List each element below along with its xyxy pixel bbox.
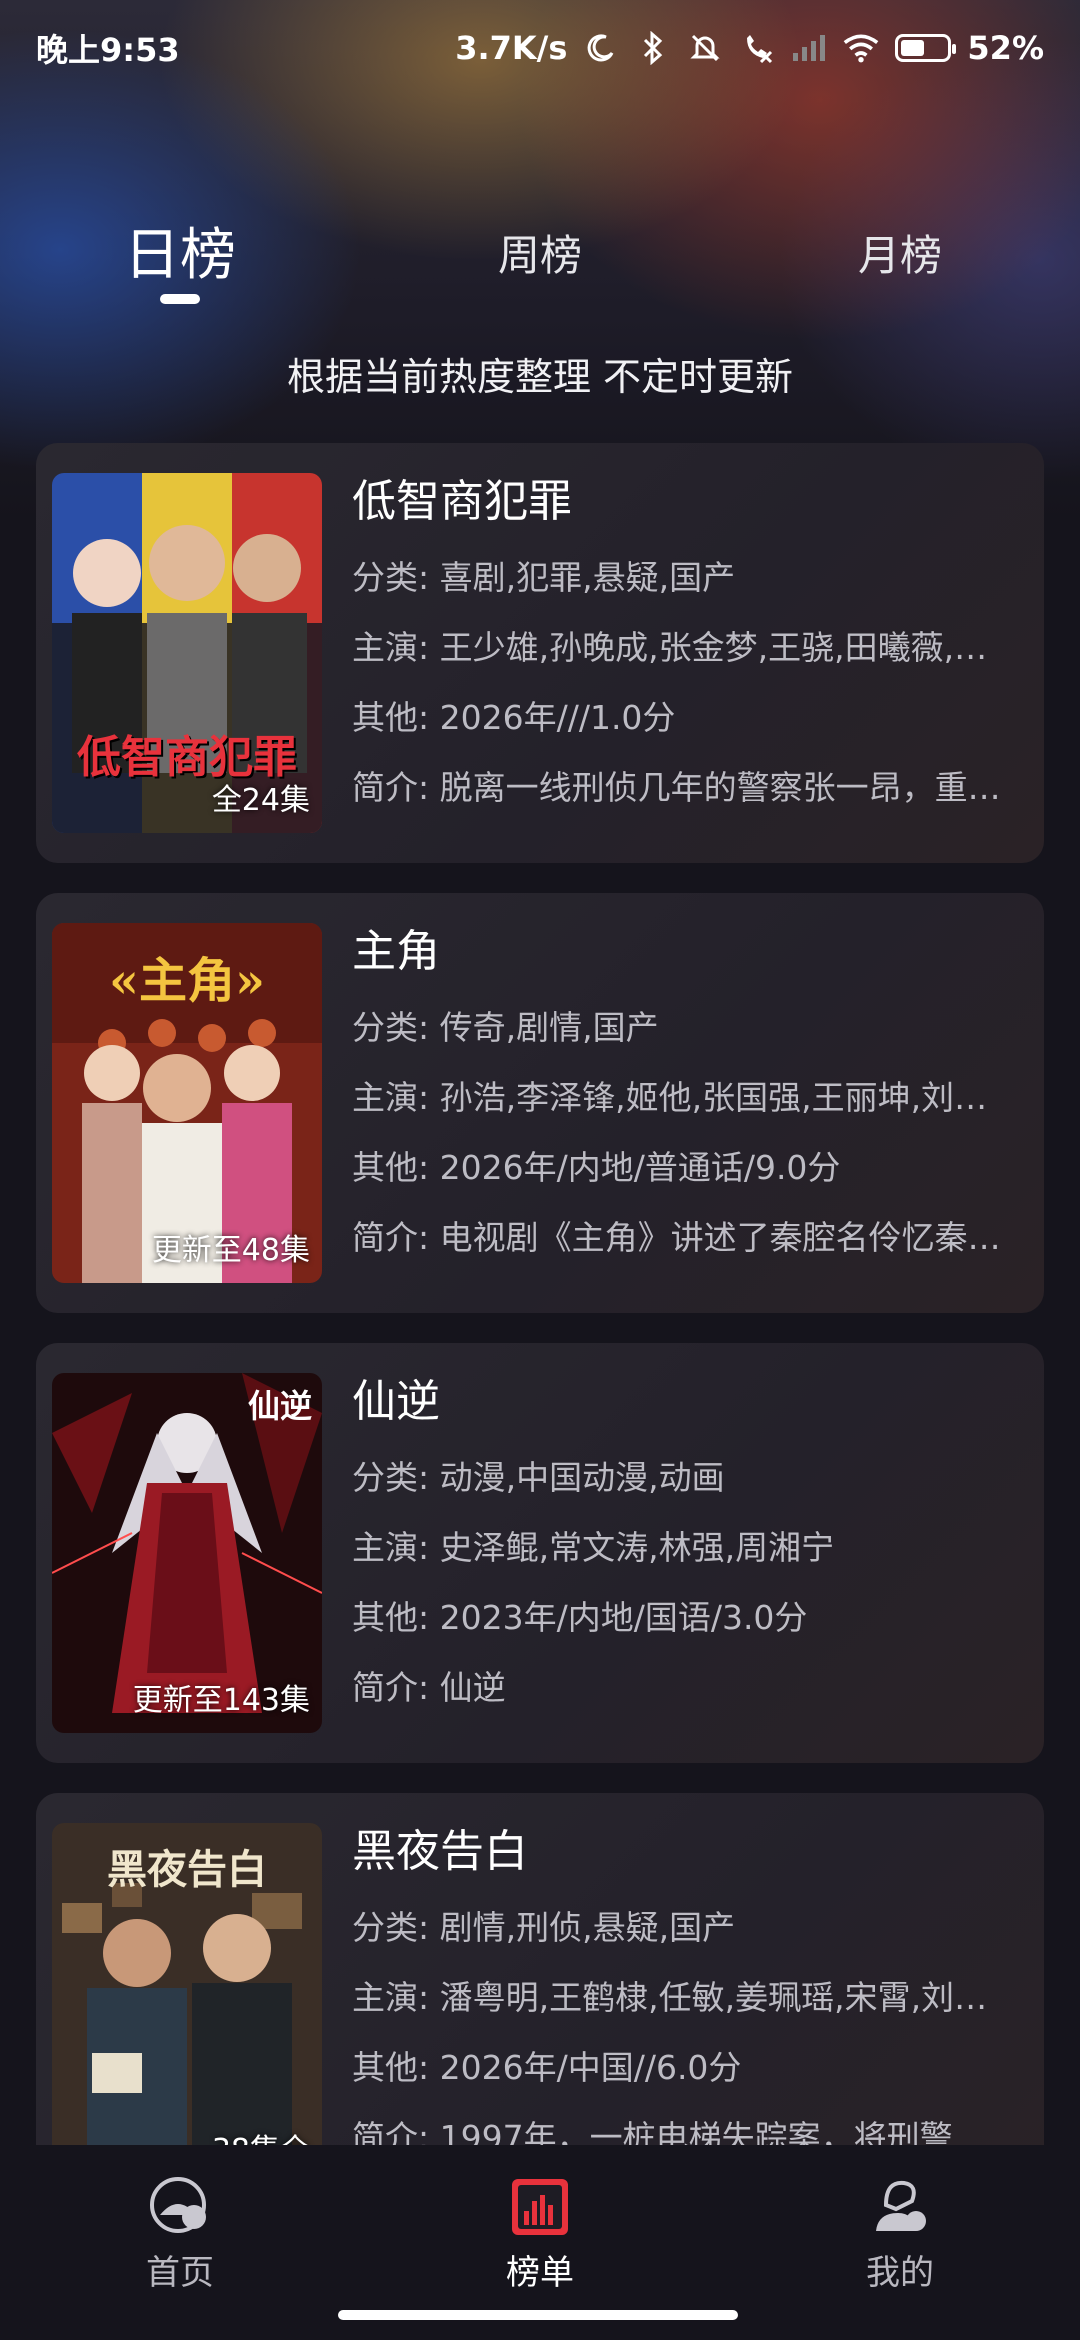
battery-icon: [895, 34, 957, 62]
show-intro: 简介: 脱离一线刑侦几年的警察张一昂，重新回到刑警队伍: [352, 768, 1012, 807]
show-other: 其他: 2026年/内地/普通话/9.0分: [352, 1148, 841, 1187]
show-intro: 简介: 电视剧《主角》讲述了秦腔名伶忆秦娥的一生: [352, 1218, 1012, 1257]
show-poster[interactable]: «主角» 更新至48集: [52, 923, 322, 1283]
nav-profile[interactable]: 我的: [800, 2175, 1000, 2294]
poster-title: «主角»: [108, 953, 265, 1009]
tab-weekly[interactable]: 周榜: [440, 222, 640, 283]
show-title: 主角: [352, 926, 440, 977]
tab-monthly[interactable]: 月榜: [800, 222, 1000, 283]
nav-home-label: 首页: [146, 2253, 214, 2293]
nav-profile-label: 我的: [866, 2253, 934, 2293]
nav-home[interactable]: 首页: [80, 2175, 280, 2294]
episode-badge: 更新至48集: [151, 1233, 310, 1268]
show-cast: 主演: 潘粤明,王鹤棣,任敏,姜珮瑶,宋霄,刘奕君: [352, 1978, 1012, 2017]
show-title: 黑夜告白: [352, 1826, 528, 1877]
ranking-list[interactable]: 低智商犯罪 全24集 低智商犯罪 分类: 喜剧,犯罪,悬疑,国产 主演: 王少雄…: [36, 443, 1044, 2145]
show-title: 仙逆: [352, 1376, 440, 1427]
show-intro: 简介: 1997年，一桩电梯失踪案，将刑警: [352, 2118, 953, 2145]
show-other: 其他: 2026年///1.0分: [352, 698, 676, 737]
battery-percent: 52%: [967, 29, 1044, 67]
show-category: 分类: 剧情,刑侦,悬疑,国产: [352, 1908, 736, 1947]
show-category: 分类: 动漫,中国动漫,动画: [352, 1458, 725, 1497]
show-info: 低智商犯罪 分类: 喜剧,犯罪,悬疑,国产 主演: 王少雄,孙晚成,张金梦,王骁…: [352, 471, 1012, 823]
show-info: 主角 分类: 传奇,剧情,国产 主演: 孙浩,李泽锋,姬他,张国强,王丽坤,刘敏…: [352, 921, 1012, 1273]
bell-off-icon: [687, 30, 723, 66]
show-card[interactable]: 黑夜告白 38集全 黑夜告白 分类: 剧情,刑侦,悬疑,国产 主演: 潘粤明,王…: [36, 1793, 1044, 2145]
show-card[interactable]: 仙逆 更新至143集 仙逆 分类: 动漫,中国动漫,动画 主演: 史泽鲲,常文涛…: [36, 1343, 1044, 1763]
show-info: 仙逆 分类: 动漫,中国动漫,动画 主演: 史泽鲲,常文涛,林强,周湘宁 其他:…: [352, 1371, 1012, 1723]
show-poster[interactable]: 低智商犯罪 全24集: [52, 473, 322, 833]
ranking-tabs: 日榜 周榜 月榜: [0, 200, 1080, 310]
show-cast: 主演: 孙浩,李泽锋,姬他,张国强,王丽坤,刘敏涛: [352, 1078, 1012, 1117]
status-icons: 3.7K/s 52%: [455, 29, 1044, 67]
episode-badge: 更新至143集: [132, 1683, 310, 1718]
show-poster[interactable]: 黑夜告白 38集全: [52, 1823, 322, 2145]
home-indicator[interactable]: [338, 2310, 738, 2320]
show-intro: 简介: 仙逆: [352, 1668, 506, 1707]
show-category: 分类: 传奇,剧情,国产: [352, 1008, 659, 1047]
show-other: 其他: 2026年/中国//6.0分: [352, 2048, 742, 2087]
ranking-subtitle: 根据当前热度整理 不定时更新: [286, 355, 794, 399]
battery-level-fill: [901, 40, 925, 56]
show-category: 分类: 喜剧,犯罪,悬疑,国产: [352, 558, 736, 597]
bluetooth-icon: [635, 30, 671, 66]
episode-badge: 38集全: [212, 2125, 310, 2145]
moon-icon: [583, 30, 619, 66]
nav-ranking-label: 榜单: [506, 2253, 574, 2293]
poster-title: 仙逆: [247, 1387, 312, 1425]
show-cast: 主演: 王少雄,孙晚成,张金梦,王骁,田曦薇,杨皓宇: [352, 628, 1012, 667]
chart-icon: [512, 2179, 568, 2235]
tab-active-indicator: [160, 294, 200, 304]
show-other: 其他: 2023年/内地/国语/3.0分: [352, 1598, 808, 1637]
screen: 晚上9:53 3.7K/s 52% 日榜 周榜 月榜 根据当前热度整理 不定时更…: [0, 0, 1080, 2340]
show-poster[interactable]: 仙逆 更新至143集: [52, 1373, 322, 1733]
show-cast: 主演: 史泽鲲,常文涛,林强,周湘宁: [352, 1528, 835, 1567]
call-off-icon: [739, 30, 775, 66]
signal-icon: [791, 30, 827, 66]
episode-badge: 全24集: [211, 783, 310, 818]
nav-ranking[interactable]: 榜单: [440, 2175, 640, 2294]
status-time: 晚上9:53: [36, 31, 180, 69]
home-icon: [150, 2177, 206, 2233]
show-card[interactable]: 低智商犯罪 全24集 低智商犯罪 分类: 喜剧,犯罪,悬疑,国产 主演: 王少雄…: [36, 443, 1044, 863]
profile-icon: [876, 2180, 926, 2231]
net-speed: 3.7K/s: [455, 29, 568, 67]
tab-daily[interactable]: 日榜: [80, 210, 280, 291]
poster-title: 黑夜告白: [107, 1846, 267, 1893]
status-bar: 晚上9:53 3.7K/s 52%: [0, 0, 1080, 96]
show-title: 低智商犯罪: [352, 476, 572, 527]
show-card[interactable]: «主角» 更新至48集 主角 分类: 传奇,剧情,国产 主演: 孙浩,李泽锋,姬…: [36, 893, 1044, 1313]
show-info: 黑夜告白 分类: 剧情,刑侦,悬疑,国产 主演: 潘粤明,王鹤棣,任敏,姜珮瑶,…: [352, 1821, 1012, 2145]
wifi-icon: [843, 30, 879, 66]
